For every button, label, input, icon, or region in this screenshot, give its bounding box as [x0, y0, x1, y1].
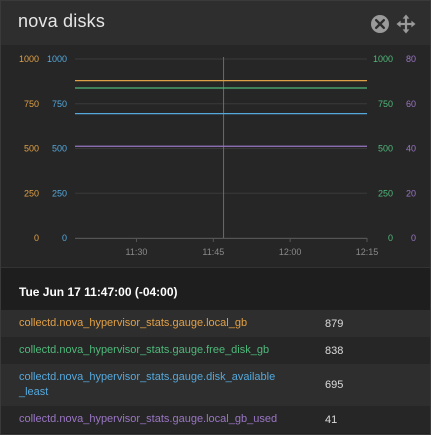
legend-series-name: collectd.nova_hypervisor_stats.gauge.fre… — [19, 344, 270, 356]
y-tick-label-right: 1000 — [373, 54, 393, 64]
y-tick-label-left: 750 — [52, 99, 67, 109]
legend-series-name: collectd.nova_hypervisor_stats.gauge.loc… — [19, 413, 278, 425]
x-tick-label: 12:00 — [279, 247, 302, 257]
y-tick-label-left: 500 — [52, 144, 67, 154]
widget-header[interactable]: nova disks — [1, 1, 430, 45]
x-tick-label: 11:45 — [202, 247, 224, 257]
y-tick-label-right: 0 — [411, 233, 416, 243]
y-tick-label-left: 1000 — [19, 54, 39, 64]
legend-timestamp: Tue Jun 17 11:47:00 (-04:00) — [19, 285, 178, 299]
y-tick-label-left: 1000 — [47, 54, 67, 64]
y-tick-label-right: 20 — [406, 188, 416, 198]
nova-disks-widget: nova disks 11:30 11:45 12:00 12:15 1000 750 50… — [0, 0, 431, 435]
legend-timestamp-bar: Tue Jun 17 11:47:00 (-04:00) — [1, 268, 430, 310]
y-tick-label-right: 500 — [378, 144, 393, 154]
legend-row-disk-available-least[interactable]: collectd.nova_hypervisor_stats.gauge.dis… — [1, 364, 430, 406]
legend-series-name: collectd.nova_hypervisor_stats.gauge.dis… — [19, 371, 276, 398]
y-tick-label-right: 60 — [406, 99, 416, 109]
move-arrows-icon[interactable] — [396, 14, 416, 34]
y-tick-label-right: 80 — [406, 54, 416, 64]
y-tick-label-right: 250 — [378, 188, 393, 198]
x-tick-label: 11:30 — [126, 247, 148, 257]
legend-row-local-gb[interactable]: collectd.nova_hypervisor_stats.gauge.loc… — [1, 310, 430, 337]
close-circle-icon[interactable] — [370, 14, 390, 34]
y-tick-label-left: 0 — [62, 233, 67, 243]
legend-row-local-gb-used[interactable]: collectd.nova_hypervisor_stats.gauge.loc… — [1, 406, 430, 433]
line-chart[interactable]: 11:30 11:45 12:00 12:15 1000 750 500 250 0 1000 75… — [1, 45, 430, 267]
legend-list: collectd.nova_hypervisor_stats.gauge.loc… — [1, 310, 430, 433]
legend-row-free-disk-gb[interactable]: collectd.nova_hypervisor_stats.gauge.fre… — [1, 337, 430, 364]
chart-area[interactable]: 11:30 11:45 12:00 12:15 1000 750 500 250 0 1000 75… — [1, 45, 430, 267]
legend-series-value: 879 — [325, 317, 344, 330]
y-tick-label-right: 750 — [378, 99, 393, 109]
legend-series-value: 695 — [325, 379, 344, 391]
y-tick-label-right: 0 — [388, 233, 393, 243]
y-tick-label-left: 250 — [52, 188, 67, 198]
legend-series-name: collectd.nova_hypervisor_stats.gauge.loc… — [19, 317, 248, 329]
y-tick-label-left: 500 — [24, 144, 39, 154]
x-tick-label: 12:15 — [356, 247, 379, 257]
y-tick-label-left: 0 — [34, 233, 39, 243]
legend-panel: Tue Jun 17 11:47:00 (-04:00) collectd.no… — [1, 267, 430, 434]
widget-title: nova disks — [18, 11, 106, 31]
legend-series-value: 838 — [325, 344, 344, 357]
legend-series-value: 41 — [325, 413, 338, 426]
y-tick-label-left: 750 — [24, 99, 39, 109]
y-tick-label-left: 250 — [24, 188, 39, 198]
y-tick-label-right: 40 — [406, 144, 416, 154]
